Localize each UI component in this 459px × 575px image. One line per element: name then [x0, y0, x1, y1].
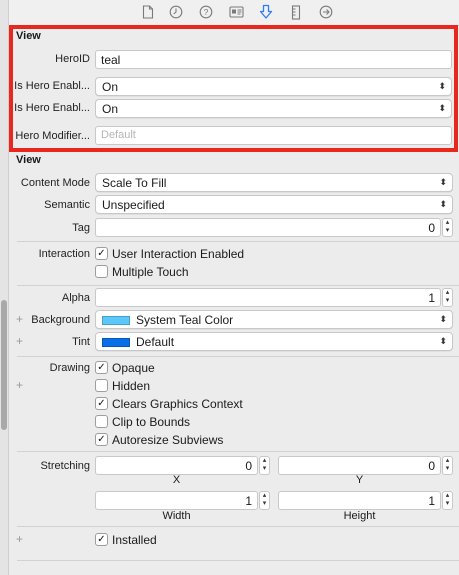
autoresize-checkbox[interactable]: ✓ — [95, 433, 108, 446]
tag-stepper[interactable]: ▴ ▾ — [442, 218, 453, 237]
chevron-updown-icon: ⬍ — [439, 336, 447, 346]
hidden-label: Hidden — [112, 379, 151, 393]
tint-popup[interactable]: Default ⬍ — [95, 332, 453, 351]
clip-bounds-label: Clip to Bounds — [112, 415, 191, 429]
is-hero-enabled-1-label: Is Hero Enabl... — [14, 80, 90, 92]
stretch-x-stepper[interactable]: ▴ ▾ — [259, 456, 270, 475]
left-scrollbar[interactable] — [0, 0, 9, 575]
chevron-updown-icon: ⬍ — [438, 81, 446, 91]
identity-card-icon[interactable] — [228, 4, 244, 20]
tint-color-swatch — [102, 338, 130, 348]
multiple-touch-label: Multiple Touch — [112, 265, 189, 279]
file-icon[interactable] — [140, 4, 156, 20]
is-hero-enabled-2-popup[interactable]: On ⬍ — [95, 99, 452, 118]
tag-field[interactable]: 0 — [95, 218, 441, 237]
background-color-swatch — [102, 316, 130, 326]
alpha-stepper[interactable]: ▴ ▾ — [442, 288, 453, 307]
width-label: Width — [162, 510, 191, 522]
background-label: Background — [31, 314, 90, 326]
installed-checkbox[interactable]: ✓ — [95, 533, 108, 546]
drawing-plus-icon[interactable]: + — [16, 378, 23, 392]
separator — [17, 526, 459, 527]
inspector-toolbar: ? — [9, 0, 459, 26]
hero-modifier-label: Hero Modifier... — [15, 130, 90, 142]
connections-icon[interactable] — [318, 4, 334, 20]
stretching-label: Stretching — [40, 460, 90, 472]
separator — [17, 451, 459, 452]
alpha-label: Alpha — [61, 292, 90, 304]
hero-section-title: View — [16, 30, 41, 42]
separator — [17, 356, 459, 357]
hero-id-label: HeroID — [55, 53, 90, 65]
background-popup[interactable]: System Teal Color ⬍ — [95, 310, 453, 329]
clears-context-checkbox[interactable]: ✓ — [95, 397, 108, 410]
semantic-label: Semantic — [44, 199, 90, 211]
user-interaction-label: User Interaction Enabled — [112, 247, 245, 261]
installed-label: Installed — [112, 533, 157, 547]
chevron-updown-icon: ⬍ — [439, 177, 447, 187]
help-icon[interactable]: ? — [198, 4, 214, 20]
separator — [17, 241, 459, 242]
is-hero-enabled-2-label: Is Hero Enabl... — [14, 102, 90, 114]
semantic-popup[interactable]: Unspecified ⬍ — [95, 195, 453, 214]
hero-modifier-field[interactable]: Default — [95, 126, 452, 145]
separator — [17, 560, 459, 561]
stretch-height-field[interactable]: 1 — [278, 491, 441, 510]
hero-id-field[interactable]: teal — [95, 50, 452, 69]
installed-plus-icon[interactable]: + — [16, 532, 23, 546]
alpha-field[interactable]: 1 — [95, 288, 441, 307]
stretch-width-stepper[interactable]: ▴ ▾ — [259, 491, 270, 510]
stretch-width-field[interactable]: 1 — [95, 491, 258, 510]
tag-label: Tag — [72, 222, 90, 234]
content-mode-popup[interactable]: Scale To Fill ⬍ — [95, 173, 453, 192]
stretch-y-stepper[interactable]: ▴ ▾ — [442, 456, 453, 475]
multiple-touch-checkbox[interactable] — [95, 265, 108, 278]
interaction-label: Interaction — [38, 248, 90, 260]
content-mode-label: Content Mode — [20, 177, 90, 189]
svg-text:?: ? — [204, 7, 209, 17]
content-mode-value: Scale To Fill — [102, 176, 167, 190]
chevron-updown-icon: ⬍ — [438, 103, 446, 113]
view-section-title: View — [16, 154, 41, 166]
stretch-height-stepper[interactable]: ▴ ▾ — [442, 491, 453, 510]
background-value: System Teal Color — [136, 313, 234, 327]
stretch-y-field[interactable]: 0 — [278, 456, 441, 475]
user-interaction-checkbox[interactable]: ✓ — [95, 247, 108, 260]
drawing-label: Drawing — [49, 362, 90, 374]
attributes-inspector: ? View HeroID teal Is Hero Enabl... On ⬍ … — [0, 0, 459, 575]
clears-context-label: Clears Graphics Context — [112, 397, 243, 411]
ruler-icon[interactable] — [288, 4, 304, 20]
attributes-icon[interactable] — [258, 4, 274, 20]
chevron-updown-icon: ⬍ — [439, 314, 447, 324]
autoresize-label: Autoresize Subviews — [112, 433, 224, 447]
chevron-updown-icon: ⬍ — [439, 199, 447, 209]
tint-value: Default — [136, 335, 175, 349]
left-scrollbar-thumb[interactable] — [1, 300, 7, 430]
height-label: Height — [343, 510, 376, 522]
x-label: X — [172, 474, 181, 486]
tint-label: Tint — [72, 336, 90, 348]
opaque-checkbox[interactable]: ✓ — [95, 361, 108, 374]
separator — [17, 285, 459, 286]
is-hero-enabled-1-value: On — [102, 80, 119, 94]
semantic-value: Unspecified — [102, 198, 165, 212]
opaque-label: Opaque — [112, 361, 155, 375]
y-label: Y — [355, 474, 364, 486]
is-hero-enabled-1-popup[interactable]: On ⬍ — [95, 77, 452, 96]
is-hero-enabled-2-value: On — [102, 102, 119, 116]
clock-icon[interactable] — [168, 4, 184, 20]
hidden-checkbox[interactable] — [95, 379, 108, 392]
stretch-x-field[interactable]: 0 — [95, 456, 258, 475]
clip-bounds-checkbox[interactable] — [95, 415, 108, 428]
